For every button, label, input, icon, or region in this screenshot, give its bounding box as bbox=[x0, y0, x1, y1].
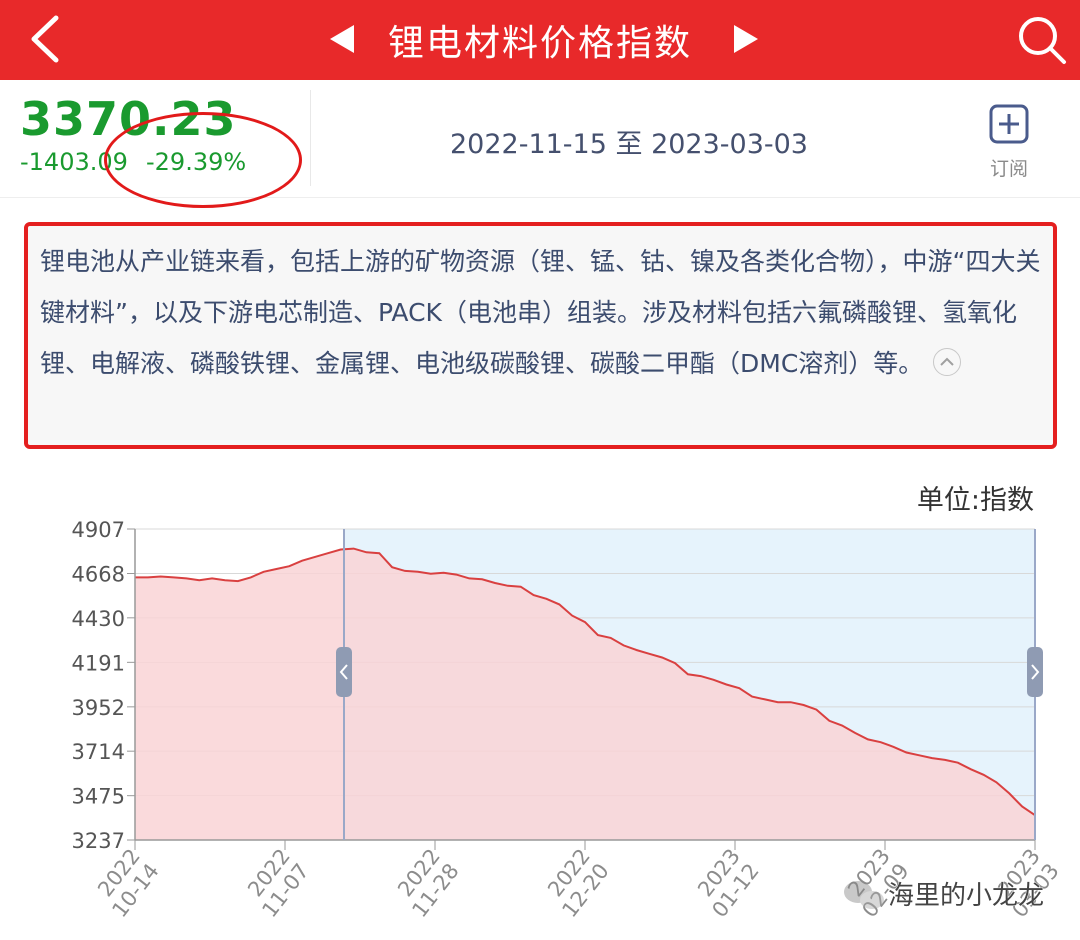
y-tick-label: 4430 bbox=[72, 607, 125, 631]
title-container: 锂电材料价格指数 bbox=[0, 0, 1080, 80]
description-body: 锂电池从产业链来看，包括上游的矿物资源（锂、锰、钴、镍及各类化合物），中游“四大… bbox=[40, 247, 1041, 378]
y-tick-label: 4907 bbox=[72, 518, 125, 542]
watermark-text: 海里的小龙龙 bbox=[888, 881, 1044, 911]
selection-handle-left-grip[interactable] bbox=[336, 647, 352, 697]
x-tick-label: 202301-12 bbox=[692, 843, 766, 924]
selection-handle-left[interactable] bbox=[336, 647, 352, 697]
wechat-icon bbox=[844, 881, 884, 909]
y-tick-label: 3952 bbox=[72, 696, 125, 720]
collapse-toggle[interactable] bbox=[933, 348, 962, 376]
y-tick-label: 4668 bbox=[72, 563, 125, 587]
chevron-up-icon bbox=[940, 357, 954, 366]
selection-handle-right[interactable] bbox=[1027, 647, 1043, 697]
plus-square-icon[interactable] bbox=[989, 104, 1029, 144]
x-tick-label: 202210-14 bbox=[92, 843, 166, 924]
search-icon[interactable] bbox=[1014, 12, 1070, 68]
description-text: 锂电池从产业链来看，包括上游的矿物资源（锂、锰、钴、镍及各类化合物），中游“四大… bbox=[40, 236, 1050, 389]
y-tick-label: 3714 bbox=[72, 740, 125, 764]
header-bar: 锂电材料价格指数 bbox=[0, 0, 1080, 80]
y-tick-label: 3475 bbox=[72, 785, 125, 809]
page-title: 锂电材料价格指数 bbox=[387, 23, 692, 64]
y-tick-label: 3237 bbox=[72, 829, 125, 853]
date-range: 2022-11-15 至 2023-03-03 bbox=[450, 129, 808, 160]
watermark: 海里的小龙龙 bbox=[844, 881, 1045, 912]
selection-handle-right-grip[interactable] bbox=[1027, 647, 1043, 697]
y-tick-label: 4191 bbox=[72, 651, 125, 675]
subscribe-button[interactable]: 订阅 bbox=[990, 154, 1028, 181]
annotation-circle bbox=[104, 112, 302, 208]
divider bbox=[310, 90, 311, 186]
x-tick-label: 202211-28 bbox=[392, 843, 466, 924]
triangle-right-icon[interactable] bbox=[732, 22, 760, 56]
x-tick-label: 202211-07 bbox=[242, 843, 316, 924]
x-tick-label: 202212-20 bbox=[542, 843, 616, 924]
triangle-left-icon[interactable] bbox=[328, 22, 356, 56]
